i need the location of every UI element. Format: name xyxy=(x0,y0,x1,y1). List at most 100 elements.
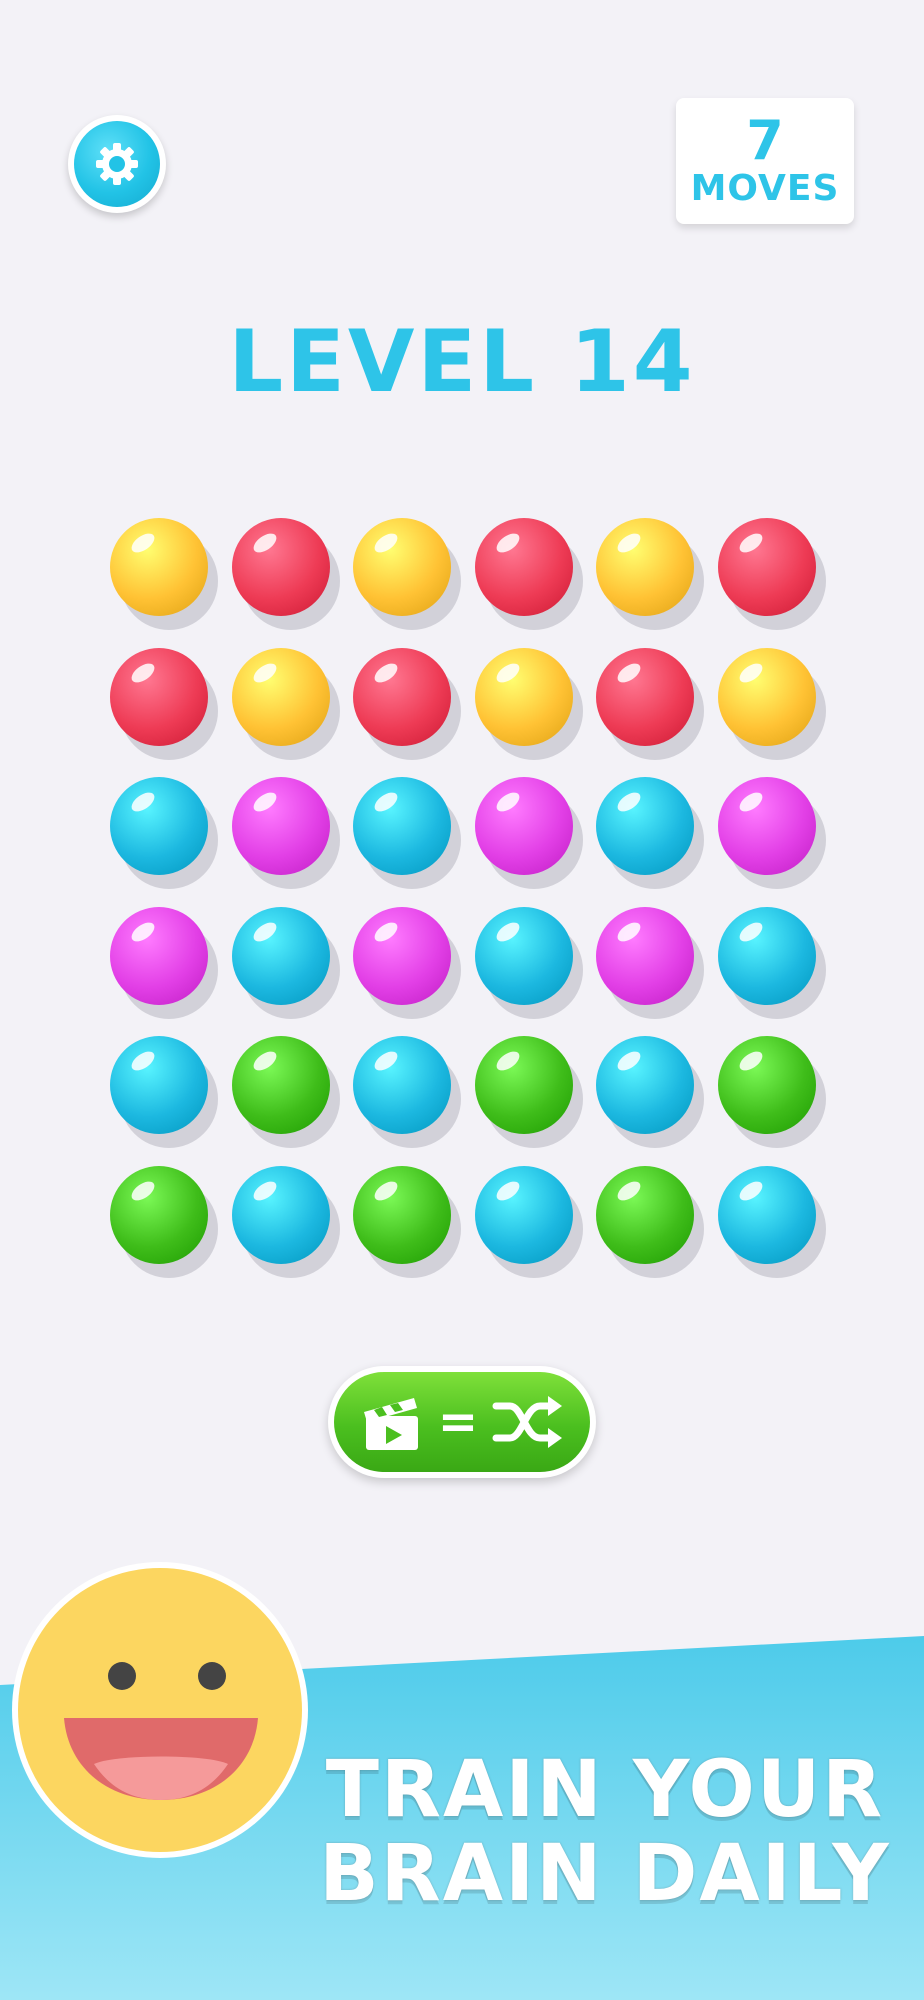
bubble-shine xyxy=(614,659,644,686)
bubble-yellow[interactable] xyxy=(596,518,704,630)
promo-line-1: TRAIN YOUR xyxy=(325,1745,885,1835)
bubble-green[interactable] xyxy=(474,1036,583,1148)
bubble-red[interactable] xyxy=(717,518,826,630)
bubble-blue[interactable] xyxy=(231,906,340,1019)
bubble-ball xyxy=(596,1165,694,1264)
bubble-shine xyxy=(371,529,401,557)
bubble-blue[interactable] xyxy=(110,1036,218,1148)
settings-button[interactable] xyxy=(68,115,166,213)
bubble-red[interactable] xyxy=(596,647,704,760)
bubble-ball xyxy=(110,1036,208,1134)
bubble-shine xyxy=(614,1047,644,1075)
bubble-ball xyxy=(110,647,208,746)
bubble-green[interactable] xyxy=(596,1165,704,1278)
bubble-ball xyxy=(353,906,451,1005)
bubble-shine xyxy=(614,788,644,816)
bubble-magenta[interactable] xyxy=(717,777,826,889)
bubble-ball xyxy=(231,1165,330,1264)
bubble-yellow[interactable] xyxy=(110,518,218,630)
bubble-yellow[interactable] xyxy=(231,647,340,760)
bubble-green[interactable] xyxy=(231,1036,340,1148)
bubble-blue[interactable] xyxy=(231,1165,340,1278)
bubble-shine xyxy=(371,1177,401,1204)
bubble-blue[interactable] xyxy=(596,777,704,889)
bubble-shine xyxy=(128,788,158,816)
moves-counter: 7 MOVES xyxy=(676,98,854,224)
bubble-blue[interactable] xyxy=(474,1165,583,1278)
bubble-shine xyxy=(492,1047,523,1075)
bubble-ball xyxy=(474,906,573,1005)
bubble-blue[interactable] xyxy=(717,1165,826,1278)
bubble-shine xyxy=(735,1047,766,1075)
bubble-shine xyxy=(249,918,280,945)
bubble-ball xyxy=(717,777,816,875)
bubble-shine xyxy=(735,529,766,557)
bubble-blue[interactable] xyxy=(353,777,461,889)
shuffle-icon xyxy=(492,1396,563,1448)
bubble-shine xyxy=(492,1177,523,1204)
shuffle-button[interactable]: = xyxy=(328,1366,596,1478)
video-clapper-icon xyxy=(363,1398,418,1450)
bubble-shine xyxy=(614,529,644,557)
bubble-ball xyxy=(353,777,451,875)
bubble-ball xyxy=(596,777,694,875)
bubble-ball xyxy=(717,647,816,746)
bubble-ball xyxy=(231,1036,330,1134)
bubble-red[interactable] xyxy=(474,518,583,630)
bubble-magenta[interactable] xyxy=(353,906,461,1019)
bubble-shine xyxy=(492,788,523,816)
settings-button-face xyxy=(74,121,160,207)
bubble-ball xyxy=(717,906,816,1005)
bubble-red[interactable] xyxy=(353,647,461,760)
bubble-ball xyxy=(474,1036,573,1134)
bubble-shine xyxy=(492,529,523,557)
bubble-blue[interactable] xyxy=(474,906,583,1019)
bubble-red[interactable] xyxy=(231,518,340,630)
bubble-ball xyxy=(474,777,573,875)
promo-line-2: BRAIN DAILY xyxy=(319,1829,891,1919)
bubble-yellow[interactable] xyxy=(717,647,826,760)
bubble-shine xyxy=(371,1047,401,1075)
bubble-ball xyxy=(717,1036,816,1134)
bubble-shine xyxy=(128,918,158,945)
bubble-ball xyxy=(231,777,330,875)
bubble-blue[interactable] xyxy=(353,1036,461,1148)
bubble-shine xyxy=(371,788,401,816)
bubble-shine xyxy=(492,918,523,945)
bubble-ball xyxy=(474,1165,573,1264)
bubble-green[interactable] xyxy=(110,1165,218,1278)
bubble-shine xyxy=(614,918,644,945)
bubble-shine xyxy=(735,659,766,686)
bubble-ball xyxy=(717,1165,816,1264)
promo-tagline: TRAIN YOUR BRAIN DAILY xyxy=(300,1748,910,1916)
bubble-ball xyxy=(717,518,816,616)
bubble-magenta[interactable] xyxy=(110,906,218,1019)
bubble-yellow[interactable] xyxy=(474,647,583,760)
bubble-green[interactable] xyxy=(353,1165,461,1278)
bubble-green[interactable] xyxy=(717,1036,826,1148)
bubble-ball xyxy=(231,518,330,616)
bubble-ball xyxy=(596,647,694,746)
bubble-magenta[interactable] xyxy=(474,777,583,889)
bubble-red[interactable] xyxy=(110,647,218,760)
bubble-shine xyxy=(735,788,766,816)
bubble-ball xyxy=(231,906,330,1005)
level-title: LEVEL 14 xyxy=(228,312,696,412)
bubble-shine xyxy=(249,788,280,816)
bubble-ball xyxy=(110,518,208,616)
bubble-blue[interactable] xyxy=(596,1036,704,1148)
bubble-ball xyxy=(353,1165,451,1264)
moves-label: MOVES xyxy=(690,168,840,209)
bubble-yellow[interactable] xyxy=(353,518,461,630)
smiley-badge xyxy=(12,1562,308,1858)
bubble-blue[interactable] xyxy=(717,906,826,1019)
bubble-ball xyxy=(596,518,694,616)
bubble-blue[interactable] xyxy=(110,777,218,889)
bubble-ball xyxy=(474,518,573,616)
bubble-ball xyxy=(596,906,694,1005)
bubble-ball xyxy=(353,518,451,616)
bubble-magenta[interactable] xyxy=(596,906,704,1019)
bubble-magenta[interactable] xyxy=(231,777,340,889)
bubble-shine xyxy=(249,659,280,686)
bubble-ball xyxy=(353,647,451,746)
